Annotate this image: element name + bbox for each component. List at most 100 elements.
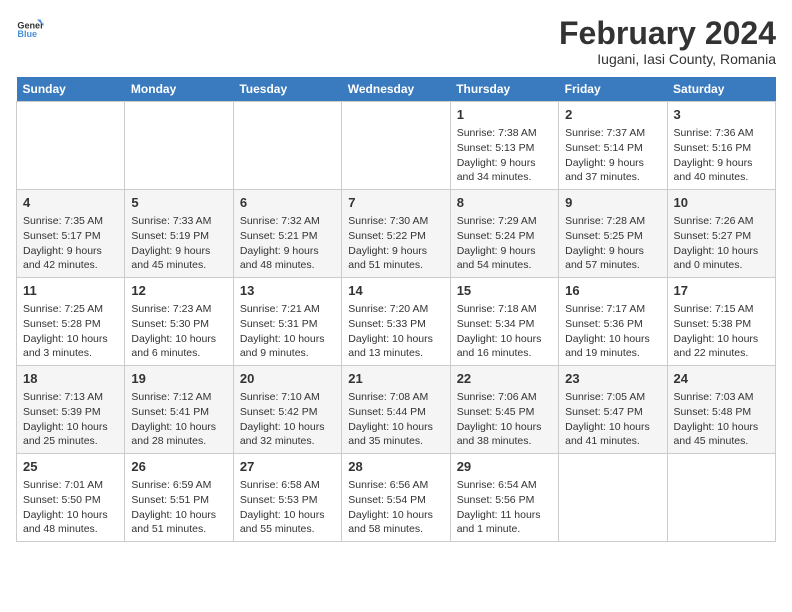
calendar-week-5: 25 Sunrise: 7:01 AMSunset: 5:50 PMDayligh… [17, 453, 776, 541]
day-info: Sunrise: 6:54 AMSunset: 5:56 PMDaylight:… [457, 478, 552, 537]
calendar-cell: 29 Sunrise: 6:54 AMSunset: 5:56 PMDayligh… [450, 453, 558, 541]
page-subtitle: Iugani, Iasi County, Romania [559, 51, 776, 67]
day-number: 25 [23, 458, 118, 476]
day-info: Sunrise: 7:10 AMSunset: 5:42 PMDaylight:… [240, 390, 335, 449]
calendar-cell: 3 Sunrise: 7:36 AMSunset: 5:16 PMDaylight… [667, 102, 775, 190]
day-info: Sunrise: 7:08 AMSunset: 5:44 PMDaylight:… [348, 390, 443, 449]
day-number: 9 [565, 194, 660, 212]
calendar-cell: 2 Sunrise: 7:37 AMSunset: 5:14 PMDaylight… [559, 102, 667, 190]
calendar-cell [125, 102, 233, 190]
day-info: Sunrise: 7:18 AMSunset: 5:34 PMDaylight:… [457, 302, 552, 361]
day-info: Sunrise: 7:13 AMSunset: 5:39 PMDaylight:… [23, 390, 118, 449]
calendar-cell: 24 Sunrise: 7:03 AMSunset: 5:48 PMDayligh… [667, 366, 775, 454]
day-number: 12 [131, 282, 226, 300]
header-monday: Monday [125, 77, 233, 102]
day-number: 14 [348, 282, 443, 300]
day-number: 22 [457, 370, 552, 388]
calendar-body: 1 Sunrise: 7:38 AMSunset: 5:13 PMDaylight… [17, 102, 776, 542]
calendar-week-4: 18 Sunrise: 7:13 AMSunset: 5:39 PMDayligh… [17, 366, 776, 454]
day-info: Sunrise: 7:25 AMSunset: 5:28 PMDaylight:… [23, 302, 118, 361]
calendar-cell: 20 Sunrise: 7:10 AMSunset: 5:42 PMDayligh… [233, 366, 341, 454]
day-info: Sunrise: 7:33 AMSunset: 5:19 PMDaylight:… [131, 214, 226, 273]
day-info: Sunrise: 7:37 AMSunset: 5:14 PMDaylight:… [565, 126, 660, 185]
header-row: SundayMondayTuesdayWednesdayThursdayFrid… [17, 77, 776, 102]
calendar-cell: 4 Sunrise: 7:35 AMSunset: 5:17 PMDaylight… [17, 190, 125, 278]
calendar-cell: 7Sunrise: 7:30 AMSunset: 5:22 PMDaylight… [342, 190, 450, 278]
calendar-cell: 12 Sunrise: 7:23 AMSunset: 5:30 PMDayligh… [125, 278, 233, 366]
calendar-cell: 19 Sunrise: 7:12 AMSunset: 5:41 PMDayligh… [125, 366, 233, 454]
title-block: February 2024 Iugani, Iasi County, Roman… [559, 16, 776, 67]
header-friday: Friday [559, 77, 667, 102]
day-number: 17 [674, 282, 769, 300]
calendar-cell: 11Sunrise: 7:25 AMSunset: 5:28 PMDayligh… [17, 278, 125, 366]
day-info: Sunrise: 7:12 AMSunset: 5:41 PMDaylight:… [131, 390, 226, 449]
calendar-cell: 26 Sunrise: 6:59 AMSunset: 5:51 PMDayligh… [125, 453, 233, 541]
day-number: 20 [240, 370, 335, 388]
day-number: 13 [240, 282, 335, 300]
day-number: 7 [348, 194, 443, 212]
calendar-cell: 1 Sunrise: 7:38 AMSunset: 5:13 PMDaylight… [450, 102, 558, 190]
calendar-cell: 8 Sunrise: 7:29 AMSunset: 5:24 PMDaylight… [450, 190, 558, 278]
calendar-cell: 25 Sunrise: 7:01 AMSunset: 5:50 PMDayligh… [17, 453, 125, 541]
calendar-cell [17, 102, 125, 190]
calendar-cell: 6Sunrise: 7:32 AMSunset: 5:21 PMDaylight… [233, 190, 341, 278]
header-wednesday: Wednesday [342, 77, 450, 102]
day-number: 24 [674, 370, 769, 388]
calendar-cell: 10Sunrise: 7:26 AMSunset: 5:27 PMDayligh… [667, 190, 775, 278]
day-info: Sunrise: 7:35 AMSunset: 5:17 PMDaylight:… [23, 214, 118, 273]
day-info: Sunrise: 6:56 AMSunset: 5:54 PMDaylight:… [348, 478, 443, 537]
calendar-table: SundayMondayTuesdayWednesdayThursdayFrid… [16, 77, 776, 542]
day-number: 3 [674, 106, 769, 124]
day-number: 27 [240, 458, 335, 476]
calendar-header: SundayMondayTuesdayWednesdayThursdayFrid… [17, 77, 776, 102]
calendar-cell [667, 453, 775, 541]
day-number: 15 [457, 282, 552, 300]
day-number: 19 [131, 370, 226, 388]
logo-icon: General Blue [16, 16, 44, 44]
calendar-cell: 23 Sunrise: 7:05 AMSunset: 5:47 PMDayligh… [559, 366, 667, 454]
calendar-cell [233, 102, 341, 190]
day-number: 5 [131, 194, 226, 212]
day-info: Sunrise: 7:26 AMSunset: 5:27 PMDaylight:… [674, 214, 769, 273]
svg-text:Blue: Blue [17, 29, 37, 39]
calendar-week-1: 1 Sunrise: 7:38 AMSunset: 5:13 PMDaylight… [17, 102, 776, 190]
day-info: Sunrise: 7:05 AMSunset: 5:47 PMDaylight:… [565, 390, 660, 449]
day-number: 16 [565, 282, 660, 300]
header-tuesday: Tuesday [233, 77, 341, 102]
day-info: Sunrise: 7:23 AMSunset: 5:30 PMDaylight:… [131, 302, 226, 361]
calendar-cell: 21 Sunrise: 7:08 AMSunset: 5:44 PMDayligh… [342, 366, 450, 454]
day-info: Sunrise: 7:36 AMSunset: 5:16 PMDaylight:… [674, 126, 769, 185]
calendar-week-2: 4 Sunrise: 7:35 AMSunset: 5:17 PMDaylight… [17, 190, 776, 278]
day-number: 18 [23, 370, 118, 388]
day-number: 2 [565, 106, 660, 124]
calendar-cell: 5 Sunrise: 7:33 AMSunset: 5:19 PMDaylight… [125, 190, 233, 278]
day-number: 23 [565, 370, 660, 388]
calendar-cell [559, 453, 667, 541]
day-info: Sunrise: 7:21 AMSunset: 5:31 PMDaylight:… [240, 302, 335, 361]
day-info: Sunrise: 7:01 AMSunset: 5:50 PMDaylight:… [23, 478, 118, 537]
day-info: Sunrise: 7:38 AMSunset: 5:13 PMDaylight:… [457, 126, 552, 185]
calendar-cell: 27 Sunrise: 6:58 AMSunset: 5:53 PMDayligh… [233, 453, 341, 541]
calendar-cell: 13 Sunrise: 7:21 AMSunset: 5:31 PMDayligh… [233, 278, 341, 366]
day-number: 8 [457, 194, 552, 212]
calendar-week-3: 11Sunrise: 7:25 AMSunset: 5:28 PMDayligh… [17, 278, 776, 366]
calendar-cell: 22 Sunrise: 7:06 AMSunset: 5:45 PMDayligh… [450, 366, 558, 454]
day-info: Sunrise: 6:58 AMSunset: 5:53 PMDaylight:… [240, 478, 335, 537]
day-number: 21 [348, 370, 443, 388]
calendar-cell: 9Sunrise: 7:28 AMSunset: 5:25 PMDaylight… [559, 190, 667, 278]
day-info: Sunrise: 7:20 AMSunset: 5:33 PMDaylight:… [348, 302, 443, 361]
day-info: Sunrise: 7:29 AMSunset: 5:24 PMDaylight:… [457, 214, 552, 273]
calendar-cell: 15 Sunrise: 7:18 AMSunset: 5:34 PMDayligh… [450, 278, 558, 366]
calendar-cell: 16 Sunrise: 7:17 AMSunset: 5:36 PMDayligh… [559, 278, 667, 366]
day-info: Sunrise: 7:03 AMSunset: 5:48 PMDaylight:… [674, 390, 769, 449]
calendar-cell [342, 102, 450, 190]
day-number: 1 [457, 106, 552, 124]
day-info: Sunrise: 7:06 AMSunset: 5:45 PMDaylight:… [457, 390, 552, 449]
day-info: Sunrise: 7:17 AMSunset: 5:36 PMDaylight:… [565, 302, 660, 361]
calendar-cell: 18 Sunrise: 7:13 AMSunset: 5:39 PMDayligh… [17, 366, 125, 454]
day-number: 26 [131, 458, 226, 476]
day-number: 29 [457, 458, 552, 476]
day-info: Sunrise: 6:59 AMSunset: 5:51 PMDaylight:… [131, 478, 226, 537]
day-number: 4 [23, 194, 118, 212]
calendar-cell: 14 Sunrise: 7:20 AMSunset: 5:33 PMDayligh… [342, 278, 450, 366]
